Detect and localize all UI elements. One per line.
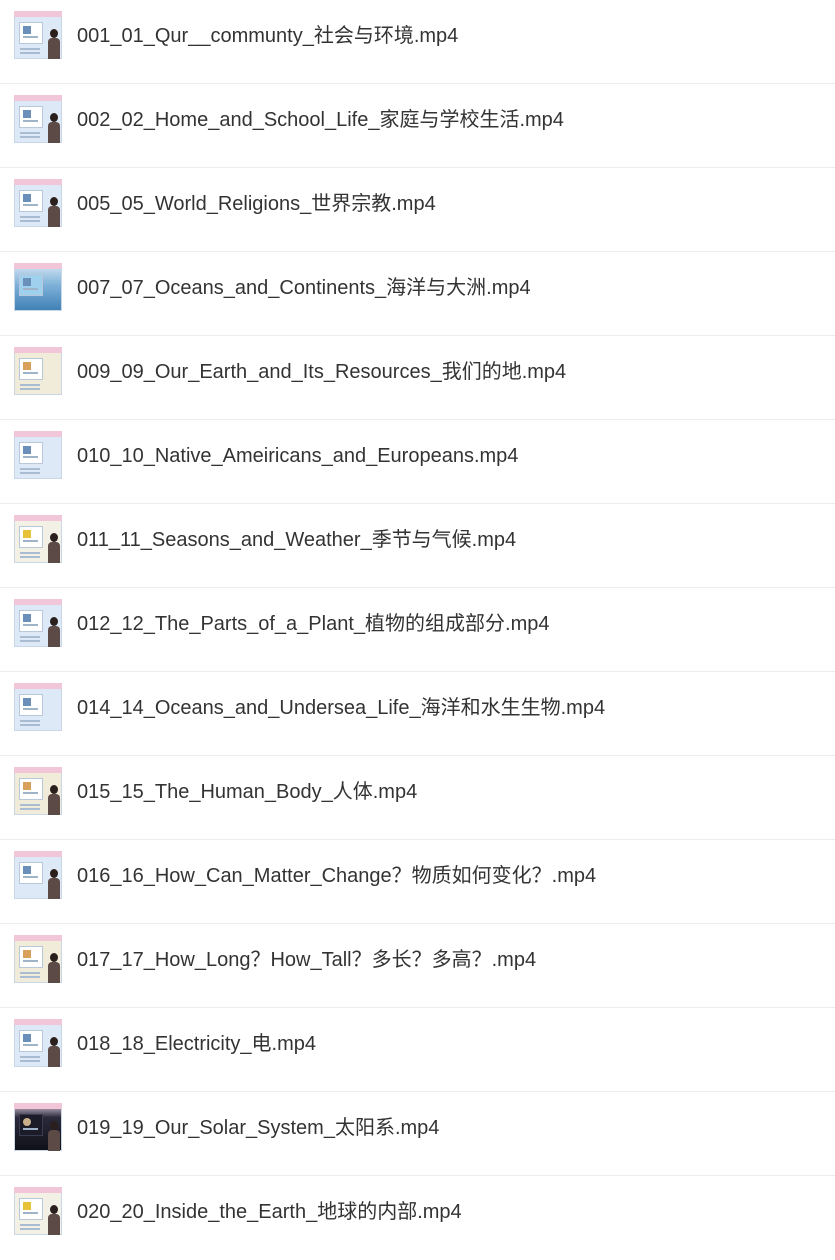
file-row[interactable]: 011_11_Seasons_and_Weather_季节与气候.mp4: [0, 504, 835, 588]
file-row[interactable]: 019_19_Our_Solar_System_太阳系.mp4: [0, 1092, 835, 1176]
file-name: 012_12_The_Parts_of_a_Plant_植物的组成部分.mp4: [77, 613, 550, 635]
file-name: 007_07_Oceans_and_Continents_海洋与大洲.mp4: [77, 277, 531, 299]
file-name: 002_02_Home_and_School_Life_家庭与学校生活.mp4: [77, 109, 564, 131]
file-row[interactable]: 002_02_Home_and_School_Life_家庭与学校生活.mp4: [0, 84, 835, 168]
file-name: 010_10_Native_Ameiricans_and_Europeans.m…: [77, 445, 519, 467]
file-row[interactable]: 017_17_How_Long？How_Tall？多长？多高？.mp4: [0, 924, 835, 1008]
video-thumbnail-icon: [14, 263, 62, 311]
file-name: 014_14_Oceans_and_Undersea_Life_海洋和水生生物.…: [77, 697, 606, 719]
video-thumbnail-icon: [14, 767, 62, 815]
file-row[interactable]: 001_01_Qur__communty_社会与环境.mp4: [0, 0, 835, 84]
video-thumbnail-icon: [14, 1019, 62, 1067]
file-row[interactable]: 010_10_Native_Ameiricans_and_Europeans.m…: [0, 420, 835, 504]
file-name: 018_18_Electricity_电.mp4: [77, 1033, 317, 1055]
file-row[interactable]: 018_18_Electricity_电.mp4: [0, 1008, 835, 1092]
file-name: 011_11_Seasons_and_Weather_季节与气候.mp4: [77, 529, 517, 551]
video-thumbnail-icon: [14, 935, 62, 983]
video-thumbnail-icon: [14, 1103, 62, 1151]
video-thumbnail-icon: [14, 1187, 62, 1235]
file-row[interactable]: 016_16_How_Can_Matter_Change？物质如何变化？.mp4: [0, 840, 835, 924]
file-row[interactable]: 005_05_World_Religions_世界宗教.mp4: [0, 168, 835, 252]
file-name: 009_09_Our_Earth_and_Its_Resources_我们的地.…: [77, 361, 567, 383]
file-row[interactable]: 014_14_Oceans_and_Undersea_Life_海洋和水生生物.…: [0, 672, 835, 756]
file-name: 017_17_How_Long？How_Tall？多长？多高？.mp4: [77, 949, 537, 971]
file-name: 020_20_Inside_the_Earth_地球的内部.mp4: [77, 1201, 462, 1223]
video-thumbnail-icon: [14, 599, 62, 647]
video-thumbnail-icon: [14, 431, 62, 479]
file-row[interactable]: 020_20_Inside_the_Earth_地球的内部.mp4: [0, 1176, 835, 1260]
video-thumbnail-icon: [14, 11, 62, 59]
video-thumbnail-icon: [14, 851, 62, 899]
video-thumbnail-icon: [14, 347, 62, 395]
file-row[interactable]: 009_09_Our_Earth_and_Its_Resources_我们的地.…: [0, 336, 835, 420]
file-name: 001_01_Qur__communty_社会与环境.mp4: [77, 25, 459, 47]
file-name: 019_19_Our_Solar_System_太阳系.mp4: [77, 1117, 440, 1139]
file-row[interactable]: 012_12_The_Parts_of_a_Plant_植物的组成部分.mp4: [0, 588, 835, 672]
video-thumbnail-icon: [14, 179, 62, 227]
video-thumbnail-icon: [14, 683, 62, 731]
file-name: 016_16_How_Can_Matter_Change？物质如何变化？.mp4: [77, 865, 597, 887]
file-name: 015_15_The_Human_Body_人体.mp4: [77, 781, 418, 803]
file-row[interactable]: 007_07_Oceans_and_Continents_海洋与大洲.mp4: [0, 252, 835, 336]
video-file-list: 001_01_Qur__communty_社会与环境.mp4 002_02_Ho…: [0, 0, 835, 1260]
file-name: 005_05_World_Religions_世界宗教.mp4: [77, 193, 436, 215]
video-thumbnail-icon: [14, 95, 62, 143]
file-row[interactable]: 015_15_The_Human_Body_人体.mp4: [0, 756, 835, 840]
video-thumbnail-icon: [14, 515, 62, 563]
